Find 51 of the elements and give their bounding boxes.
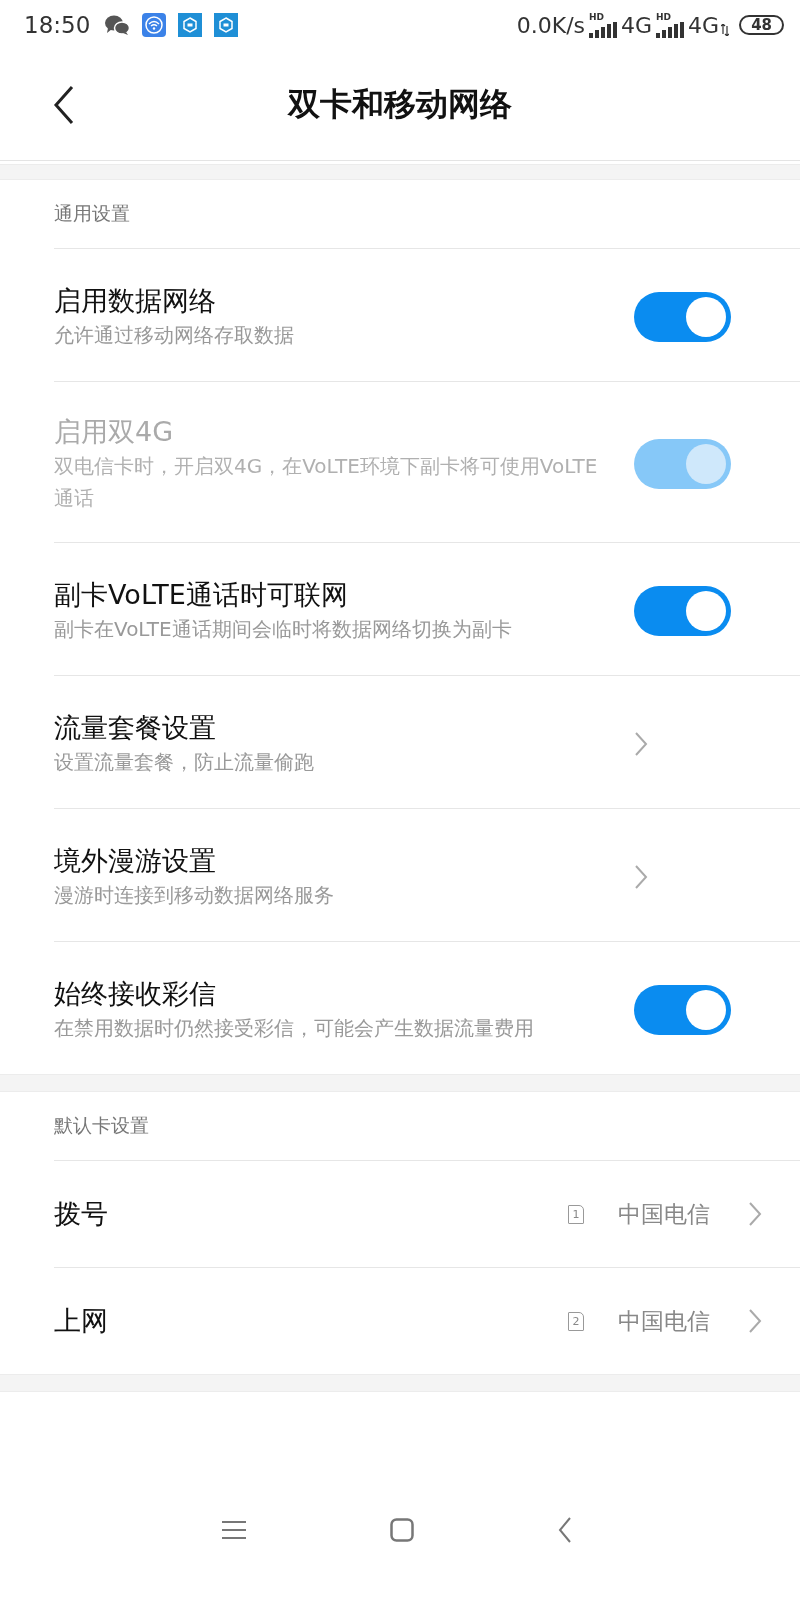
row-title: 流量套餐设置 — [54, 711, 217, 745]
page-title: 双卡和移动网络 — [286, 84, 513, 125]
row-title: 始终接收彩信 — [54, 977, 217, 1011]
section-header: 默认卡设置 — [54, 1092, 800, 1161]
settings-row[interactable]: 拨号 1 中国电信 — [54, 1161, 800, 1268]
battery-level: 48 — [739, 15, 784, 35]
settings-row[interactable]: 境外漫游设置 漫游时连接到移动数据网络服务 — [54, 809, 800, 942]
settings-row[interactable]: 启用数据网络 允许通过移动网络存取数据 — [54, 249, 800, 382]
carrier-name: 中国电信 — [618, 1306, 710, 1336]
toggle-switch[interactable] — [634, 586, 731, 636]
hd-label: HD — [589, 12, 605, 22]
hexagon-app-icon — [178, 13, 203, 37]
row-subtitle: 允许通过移动网络存取数据 — [54, 322, 295, 349]
sim-slot-icon: 2 — [568, 1311, 584, 1331]
row-title: 启用双4G — [54, 415, 175, 449]
signal-icon — [656, 21, 687, 38]
sim-slot-icon: 1 — [568, 1204, 584, 1224]
row-subtitle: 双电信卡时，开启双4G，在VoLTE环境下副卡将可使用VoLTE通话 — [54, 453, 599, 512]
toggle-switch[interactable] — [634, 985, 731, 1035]
network-type: 4G — [688, 13, 720, 38]
row-subtitle: 设置流量套餐，防止流量偷跑 — [54, 749, 315, 776]
toggle-switch[interactable] — [634, 292, 731, 342]
carrier-name: 中国电信 — [618, 1199, 710, 1229]
row-title: 拨号 — [54, 1197, 109, 1231]
chevron-right-icon — [748, 1308, 762, 1334]
settings-row[interactable]: 始终接收彩信 在禁用数据时仍然接受彩信，可能会产生数据流量费用 — [54, 942, 800, 1074]
row-title: 境外漫游设置 — [54, 844, 217, 878]
signal-icon — [589, 21, 620, 38]
hexagon-app-icon — [214, 13, 239, 37]
back-icon[interactable] — [52, 85, 76, 125]
settings-row[interactable]: 上网 2 中国电信 — [54, 1268, 800, 1374]
clock-time: 18:50 — [24, 12, 91, 38]
chevron-right-icon — [748, 1201, 762, 1227]
network-type: 4G — [621, 13, 653, 38]
menu-icon[interactable] — [222, 1520, 246, 1540]
settings-row[interactable]: 副卡VoLTE通话时可联网 副卡在VoLTE通话期间会临时将数据网络切换为副卡 — [54, 543, 800, 676]
chat-bubbles-icon — [104, 14, 131, 36]
hd-label: HD — [656, 12, 672, 22]
network-speed: 0.0K/s — [516, 12, 586, 38]
row-title: 上网 — [54, 1304, 109, 1338]
row-subtitle: 漫游时连接到移动数据网络服务 — [54, 882, 335, 909]
section-header: 通用设置 — [54, 180, 800, 249]
row-title: 副卡VoLTE通话时可联网 — [54, 578, 349, 612]
home-icon[interactable] — [390, 1518, 414, 1542]
chevron-right-icon — [634, 731, 648, 757]
chevron-right-icon — [634, 864, 648, 890]
row-subtitle: 在禁用数据时仍然接受彩信，可能会产生数据流量费用 — [54, 1015, 535, 1042]
row-title: 启用数据网络 — [54, 284, 217, 318]
settings-row[interactable]: 流量套餐设置 设置流量套餐，防止流量偷跑 — [54, 676, 800, 809]
row-subtitle: 副卡在VoLTE通话期间会临时将数据网络切换为副卡 — [54, 616, 513, 643]
wifi-app-icon — [142, 13, 167, 37]
